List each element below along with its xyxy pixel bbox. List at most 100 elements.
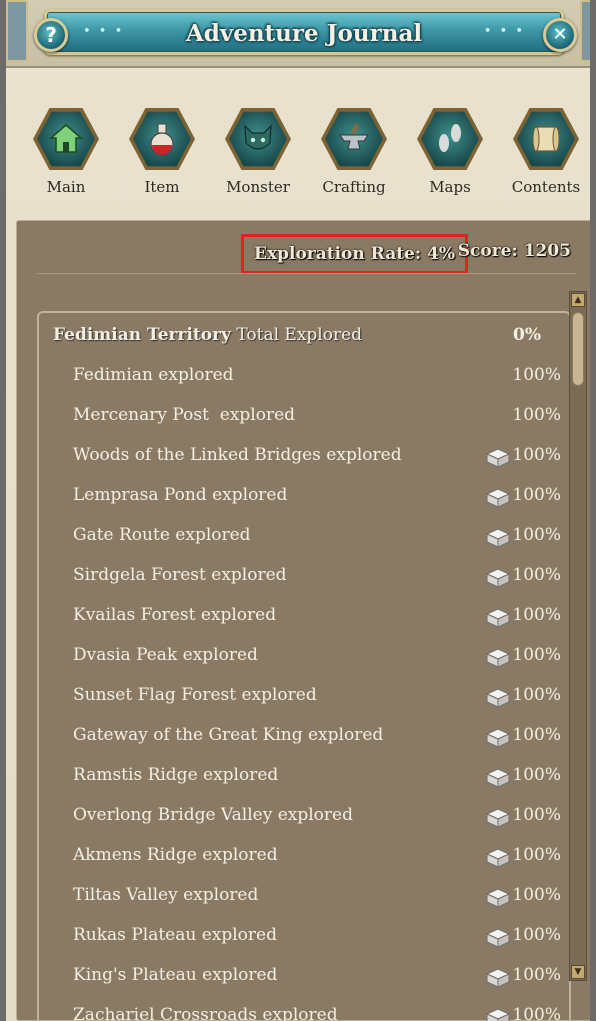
area-name: Zachariel Crossroads explored	[73, 1005, 338, 1021]
area-percent: 100%	[512, 405, 561, 425]
area-name: Gateway of the Great King explored	[73, 725, 384, 745]
area-name: Akmens Ridge explored	[73, 845, 278, 865]
area-percent: 100%	[512, 725, 561, 745]
adventure-journal-window: • • • Adventure Journal • • • ? ✕ Main I…	[0, 0, 596, 1021]
area-name: Mercenary Post explored	[73, 405, 296, 425]
nav-maps-label: Maps	[429, 178, 471, 196]
area-percent: 100%	[512, 525, 561, 545]
list-item[interactable]: Ramstis Ridge explored 100%	[39, 757, 569, 797]
nav-monster-label: Monster	[226, 178, 290, 196]
treasure-chest-icon	[485, 446, 511, 468]
treasure-chest-icon	[485, 686, 511, 708]
area-percent: 100%	[512, 885, 561, 905]
divider	[37, 273, 577, 274]
list-item[interactable]: Dvasia Peak explored 100%	[39, 637, 569, 677]
area-percent: 100%	[512, 845, 561, 865]
treasure-chest-icon	[485, 486, 511, 508]
treasure-chest-icon	[485, 886, 511, 908]
potion-flask-icon	[150, 123, 174, 156]
list-item[interactable]: Tiltas Valley explored 100%	[39, 877, 569, 917]
exploration-list: Fedimian Territory Total Explored 0% Fed…	[37, 311, 571, 1021]
nav-contents[interactable]: Contents	[500, 100, 590, 196]
treasure-chest-icon	[485, 566, 511, 588]
nav-crafting-label: Crafting	[322, 178, 386, 196]
scroll-down-button[interactable]: ▼	[571, 965, 585, 979]
area-percent: 100%	[512, 565, 561, 585]
list-item[interactable]: Kvailas Forest explored 100%	[39, 597, 569, 637]
nav-crafting[interactable]: Crafting	[308, 100, 400, 196]
list-item[interactable]: Fedimian explored 100%	[39, 357, 569, 397]
scroll-up-button[interactable]: ▲	[571, 293, 585, 307]
list-item[interactable]: Mercenary Post explored 100%	[39, 397, 569, 437]
treasure-chest-icon	[485, 526, 511, 548]
area-percent: 100%	[512, 805, 561, 825]
list-item[interactable]: Woods of the Linked Bridges explored 100%	[39, 437, 569, 477]
title-bar: • • • Adventure Journal • • • ? ✕	[6, 0, 590, 68]
treasure-chest-icon	[485, 646, 511, 668]
territory-suffix: Total Explored	[230, 325, 363, 345]
exploration-panel: Exploration Rate: 4% Score: 1205 Fedimia…	[16, 220, 590, 1021]
scroll-thumb[interactable]	[572, 312, 584, 386]
area-name: Overlong Bridge Valley explored	[73, 805, 353, 825]
title-decor-right: • • •	[483, 24, 525, 39]
list-item[interactable]: Akmens Ridge explored 100%	[39, 837, 569, 877]
list-item[interactable]: Gateway of the Great King explored 100%	[39, 717, 569, 757]
list-item[interactable]: Zachariel Crossroads explored 100%	[39, 997, 569, 1021]
area-name: Rukas Plateau explored	[73, 925, 277, 945]
treasure-chest-icon	[485, 806, 511, 828]
area-name: Tiltas Valley explored	[73, 885, 259, 905]
treasure-chest-icon	[485, 606, 511, 628]
treasure-chest-icon	[485, 726, 511, 748]
monster-head-icon	[244, 124, 272, 150]
treasure-chest-icon	[485, 1006, 511, 1021]
list-item[interactable]: King's Plateau explored 100%	[39, 957, 569, 997]
area-name: Lemprasa Pond explored	[73, 485, 288, 505]
list-item[interactable]: Sunset Flag Forest explored 100%	[39, 677, 569, 717]
nav-main-label: Main	[46, 178, 86, 196]
area-name: Kvailas Forest explored	[73, 605, 277, 625]
scroll-icon	[532, 126, 560, 152]
treasure-chest-icon	[485, 926, 511, 948]
area-name: Dvasia Peak explored	[73, 645, 258, 665]
title-corner-left	[6, 0, 28, 62]
area-percent: 100%	[512, 445, 561, 465]
nav-monster[interactable]: Monster	[212, 100, 304, 196]
nav-item-label: Item	[144, 178, 180, 196]
treasure-chest-icon	[485, 846, 511, 868]
area-name: King's Plateau explored	[73, 965, 278, 985]
area-percent: 100%	[512, 965, 561, 985]
area-name: Ramstis Ridge explored	[73, 765, 279, 785]
area-percent: 100%	[512, 1005, 561, 1021]
area-percent: 100%	[512, 765, 561, 785]
area-percent: 100%	[512, 485, 561, 505]
list-scrollbar[interactable]: ▲ ▼	[569, 291, 587, 981]
list-item[interactable]: Lemprasa Pond explored 100%	[39, 477, 569, 517]
nav-main[interactable]: Main	[20, 100, 112, 196]
area-percent: 100%	[512, 645, 561, 665]
close-button[interactable]: ✕	[543, 18, 577, 52]
area-percent: 100%	[512, 685, 561, 705]
territory-name: Fedimian Territory	[53, 325, 231, 345]
list-item[interactable]: Rukas Plateau explored 100%	[39, 917, 569, 957]
area-percent: 100%	[512, 605, 561, 625]
treasure-chest-icon	[485, 766, 511, 788]
score: Score: 1205	[457, 241, 571, 261]
list-item[interactable]: Sirdgela Forest explored 100%	[39, 557, 569, 597]
area-percent: 100%	[512, 925, 561, 945]
list-item[interactable]: Overlong Bridge Valley explored 100%	[39, 797, 569, 837]
list-item[interactable]: Gate Route explored 100%	[39, 517, 569, 557]
territory-header-row[interactable]: Fedimian Territory Total Explored 0%	[39, 317, 569, 357]
area-name: Woods of the Linked Bridges explored	[73, 445, 402, 465]
nav-item[interactable]: Item	[116, 100, 208, 196]
area-name: Sirdgela Forest explored	[73, 565, 287, 585]
exploration-rate: Exploration Rate: 4%	[241, 234, 469, 274]
territory-title: Fedimian Territory Total Explored	[53, 325, 362, 345]
area-percent: 100%	[512, 365, 561, 385]
title-corner-right	[580, 0, 590, 62]
anvil-icon	[339, 123, 369, 150]
journal-nav: Main Item Monster Crafting Maps Contents	[20, 100, 588, 205]
area-name: Sunset Flag Forest explored	[73, 685, 317, 705]
help-button[interactable]: ?	[34, 18, 68, 52]
area-name: Gate Route explored	[73, 525, 251, 545]
nav-maps[interactable]: Maps	[404, 100, 496, 196]
